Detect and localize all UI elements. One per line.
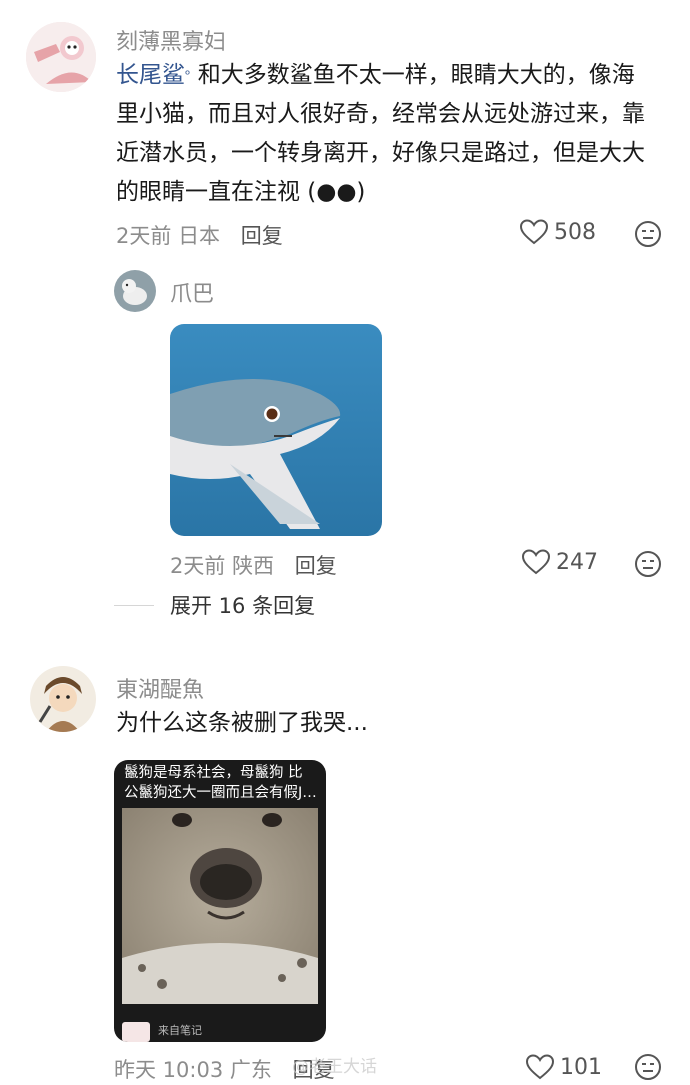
reply-button[interactable]: 回复 — [241, 224, 283, 248]
avatar[interactable] — [26, 22, 96, 92]
timestamp: 2天前 — [170, 554, 226, 578]
avatar[interactable] — [114, 270, 156, 312]
reply-button[interactable]: 回复 — [295, 554, 337, 578]
shark-image[interactable] — [170, 324, 382, 536]
comment-text: 长尾鲨ᵒ 和大多数鲨鱼不太一样，眼睛大大的，像海里小猫，而且对人很好奇，经常会从… — [116, 56, 656, 212]
username[interactable]: 刻薄黑寡妇 — [116, 24, 226, 56]
username[interactable]: 東湖醍魚 — [116, 672, 204, 704]
card-caption-line1: 鬣狗是母系社会，母鬣狗 比 — [124, 765, 303, 781]
dislike-icon[interactable] — [634, 550, 662, 582]
dislike-icon[interactable] — [634, 1053, 662, 1085]
like-count: 101 — [560, 1054, 602, 1080]
heart-icon — [520, 219, 548, 245]
heart-icon — [526, 1054, 554, 1080]
like-button[interactable]: 101 — [526, 1054, 602, 1080]
like-count: 508 — [554, 219, 596, 245]
location: 广东 — [229, 1058, 272, 1082]
timestamp: 2天前 — [116, 224, 172, 248]
topic-link[interactable]: 长尾鲨 — [116, 62, 185, 88]
location: 日本 — [178, 224, 221, 248]
like-button[interactable]: 247 — [522, 549, 598, 575]
location: 陕西 — [232, 554, 275, 578]
reply-meta: 2天前 陕西 回复 — [170, 550, 337, 580]
note-card[interactable]: 鬣狗是母系社会，母鬣狗 比 公鬣狗还大一圈而且会有假J… 来自笔记 — [114, 760, 326, 1042]
dislike-icon[interactable] — [634, 220, 662, 252]
card-source: 来自笔记 — [158, 1024, 202, 1037]
comment-text: 为什么这条被删了我哭... — [116, 710, 368, 736]
watermark: @老王大话 — [292, 1057, 377, 1077]
hyena-image — [122, 808, 318, 1004]
timestamp: 昨天 10:03 — [114, 1058, 224, 1082]
like-count: 247 — [556, 549, 598, 575]
expand-label: 展开 16 条回复 — [170, 594, 316, 618]
comment-meta: 2天前 日本 回复 — [116, 220, 283, 250]
card-caption-line2: 公鬣狗还大一圈而且会有假J… — [124, 785, 317, 801]
divider — [114, 604, 154, 606]
username[interactable]: 爪巴 — [170, 276, 214, 308]
like-button[interactable]: 508 — [520, 219, 596, 245]
comment-body: 和大多数鲨鱼不太一样，眼睛大大的，像海里小猫，而且对人很好奇，经常会从远处游过来… — [116, 62, 645, 205]
heart-icon — [522, 549, 550, 575]
avatar[interactable] — [30, 666, 96, 732]
expand-replies-button[interactable]: 展开 16 条回复 — [114, 590, 315, 620]
source-thumbnail — [122, 1022, 150, 1042]
